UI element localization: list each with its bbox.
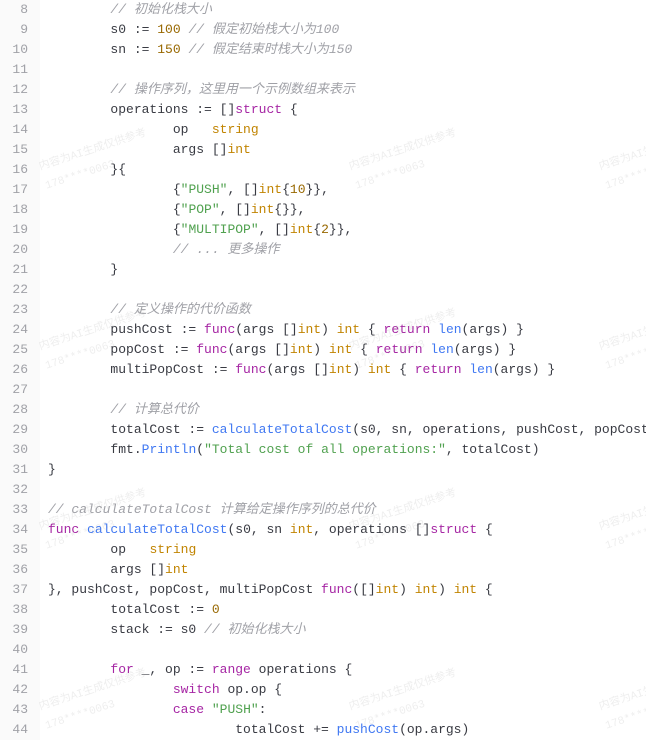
code-line[interactable]: // 定义操作的代价函数 bbox=[40, 300, 646, 320]
line-number: 9 bbox=[0, 20, 28, 40]
line-number: 17 bbox=[0, 180, 28, 200]
line-number: 35 bbox=[0, 540, 28, 560]
line-number: 14 bbox=[0, 120, 28, 140]
code-line[interactable]: totalCost := calculateTotalCost(s0, sn, … bbox=[40, 420, 646, 440]
code-line[interactable]: totalCost := 0 bbox=[40, 600, 646, 620]
code-line[interactable]: } bbox=[40, 460, 646, 480]
line-number: 36 bbox=[0, 560, 28, 580]
line-number: 27 bbox=[0, 380, 28, 400]
line-number: 8 bbox=[0, 0, 28, 20]
line-number: 43 bbox=[0, 700, 28, 720]
code-line[interactable]: case "PUSH": bbox=[40, 700, 646, 720]
code-line[interactable]: args []int bbox=[40, 560, 646, 580]
code-line[interactable]: totalCost += pushCost(op.args) bbox=[40, 720, 646, 740]
code-line[interactable]: popCost := func(args []int) int { return… bbox=[40, 340, 646, 360]
code-line[interactable]: fmt.Println("Total cost of all operation… bbox=[40, 440, 646, 460]
code-line[interactable]: func calculateTotalCost(s0, sn int, oper… bbox=[40, 520, 646, 540]
code-line[interactable]: sn := 150 // 假定结束时栈大小为150 bbox=[40, 40, 646, 60]
code-line[interactable]: for _, op := range operations { bbox=[40, 660, 646, 680]
line-number: 22 bbox=[0, 280, 28, 300]
code-line[interactable]: }, pushCost, popCost, multiPopCost func(… bbox=[40, 580, 646, 600]
code-line[interactable]: op string bbox=[40, 120, 646, 140]
code-line[interactable]: // calculateTotalCost 计算给定操作序列的总代价 bbox=[40, 500, 646, 520]
code-line[interactable]: // 操作序列，这里用一个示例数组来表示 bbox=[40, 80, 646, 100]
code-line[interactable] bbox=[40, 380, 646, 400]
code-line[interactable]: multiPopCost := func(args []int) int { r… bbox=[40, 360, 646, 380]
line-number: 26 bbox=[0, 360, 28, 380]
code-editor[interactable]: 8910111213141516171819202122232425262728… bbox=[0, 0, 646, 740]
line-number: 34 bbox=[0, 520, 28, 540]
code-line[interactable]: {"PUSH", []int{10}}, bbox=[40, 180, 646, 200]
line-number: 18 bbox=[0, 200, 28, 220]
line-number: 23 bbox=[0, 300, 28, 320]
code-line[interactable]: args []int bbox=[40, 140, 646, 160]
line-number: 39 bbox=[0, 620, 28, 640]
line-number: 19 bbox=[0, 220, 28, 240]
code-line[interactable]: // 计算总代价 bbox=[40, 400, 646, 420]
code-line[interactable]: // 初始化栈大小 bbox=[40, 0, 646, 20]
code-line[interactable]: pushCost := func(args []int) int { retur… bbox=[40, 320, 646, 340]
line-number: 15 bbox=[0, 140, 28, 160]
code-content[interactable]: // 初始化栈大小 s0 := 100 // 假定初始栈大小为100 sn :=… bbox=[40, 0, 646, 740]
line-number: 28 bbox=[0, 400, 28, 420]
line-number: 16 bbox=[0, 160, 28, 180]
code-line[interactable] bbox=[40, 640, 646, 660]
code-line[interactable]: switch op.op { bbox=[40, 680, 646, 700]
code-line[interactable] bbox=[40, 60, 646, 80]
code-line[interactable]: } bbox=[40, 260, 646, 280]
code-line[interactable]: s0 := 100 // 假定初始栈大小为100 bbox=[40, 20, 646, 40]
line-number: 31 bbox=[0, 460, 28, 480]
code-line[interactable]: operations := []struct { bbox=[40, 100, 646, 120]
line-number: 25 bbox=[0, 340, 28, 360]
line-number: 12 bbox=[0, 80, 28, 100]
code-line[interactable]: {"MULTIPOP", []int{2}}, bbox=[40, 220, 646, 240]
line-number: 41 bbox=[0, 660, 28, 680]
line-number: 42 bbox=[0, 680, 28, 700]
code-line[interactable]: // ... 更多操作 bbox=[40, 240, 646, 260]
line-number: 38 bbox=[0, 600, 28, 620]
line-number: 44 bbox=[0, 720, 28, 740]
line-number: 11 bbox=[0, 60, 28, 80]
line-number: 37 bbox=[0, 580, 28, 600]
line-number: 29 bbox=[0, 420, 28, 440]
line-number: 33 bbox=[0, 500, 28, 520]
code-line[interactable] bbox=[40, 480, 646, 500]
code-line[interactable]: }{ bbox=[40, 160, 646, 180]
code-line[interactable]: op string bbox=[40, 540, 646, 560]
code-line[interactable]: {"POP", []int{}}, bbox=[40, 200, 646, 220]
line-number: 13 bbox=[0, 100, 28, 120]
line-number: 10 bbox=[0, 40, 28, 60]
line-number: 20 bbox=[0, 240, 28, 260]
line-number: 32 bbox=[0, 480, 28, 500]
line-number-gutter: 8910111213141516171819202122232425262728… bbox=[0, 0, 40, 740]
line-number: 21 bbox=[0, 260, 28, 280]
code-line[interactable] bbox=[40, 280, 646, 300]
line-number: 40 bbox=[0, 640, 28, 660]
line-number: 30 bbox=[0, 440, 28, 460]
line-number: 24 bbox=[0, 320, 28, 340]
code-line[interactable]: stack := s0 // 初始化栈大小 bbox=[40, 620, 646, 640]
